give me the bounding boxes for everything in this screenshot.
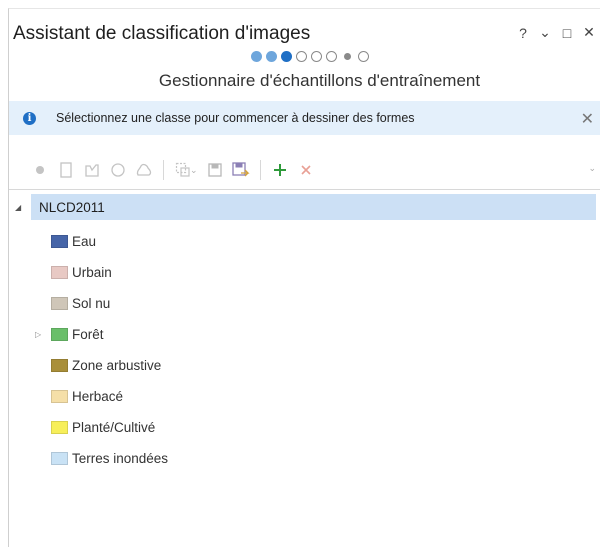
point-icon: [36, 166, 44, 174]
info-message: Sélectionnez une classe pour commencer à…: [56, 111, 415, 125]
toolbar-separator: [259, 160, 261, 180]
select-icon: [175, 162, 190, 177]
class-label: Eau: [72, 233, 97, 249]
polygon-tool-button[interactable]: [79, 159, 105, 181]
wizard-page-title: Gestionnaire d'échantillons d'entraîneme…: [158, 71, 481, 90]
class-color-swatch: [51, 327, 68, 341]
pane-title: Assistant de classification d'images: [13, 23, 311, 44]
wizard-step-3: [280, 51, 292, 62]
class-color-swatch: [51, 358, 68, 372]
class-item[interactable]: Urbain: [51, 261, 112, 283]
close-button[interactable]: ✕: [582, 24, 596, 41]
class-label: Forêt: [72, 326, 104, 342]
class-color-swatch: [51, 265, 68, 279]
class-label: Sol nu: [72, 295, 111, 311]
save-as-icon: [231, 162, 250, 177]
chevron-down-icon[interactable]: ⌄: [190, 165, 198, 176]
wizard-step-2: [265, 51, 277, 62]
class-label: Herbacé: [72, 388, 124, 404]
save-as-button[interactable]: [228, 159, 254, 181]
menu-button[interactable]: ⌄: [538, 24, 552, 41]
class-color-swatch: [51, 451, 68, 465]
help-button[interactable]: ?: [516, 25, 530, 41]
class-item[interactable]: Terres inondées: [51, 447, 168, 469]
wizard-step-7: [343, 53, 351, 60]
info-icon: i: [23, 111, 36, 125]
class-label: Urbain: [72, 264, 112, 280]
add-class-button[interactable]: [267, 159, 293, 181]
circle-icon: [111, 163, 125, 177]
sample-toolbar: ⌄ ⌄: [9, 155, 600, 185]
class-label: Planté/Cultivé: [72, 419, 156, 435]
save-button[interactable]: [202, 159, 228, 181]
class-item[interactable]: Herbacé: [51, 385, 123, 407]
training-samples-pane: Assistant de classification d'images ? ⌄…: [8, 8, 600, 547]
pane-titlebar: Assistant de classification d'images ? ⌄…: [13, 23, 600, 49]
tree-root-schema[interactable]: NLCD2011: [31, 194, 596, 220]
circle-tool-button[interactable]: [105, 159, 131, 181]
tree-root-label: NLCD2011: [39, 199, 105, 215]
class-color-swatch: [51, 296, 68, 310]
wizard-step-indicator: [9, 51, 600, 67]
expand-icon[interactable]: ▷: [35, 323, 41, 345]
remove-class-button[interactable]: [293, 159, 319, 181]
wizard-step-1: [250, 51, 262, 62]
save-icon: [207, 163, 222, 177]
rectangle-icon: [60, 162, 72, 178]
wizard-step-4: [295, 51, 307, 62]
class-item[interactable]: Zone arbustive: [51, 354, 161, 376]
polygon-icon: [85, 164, 99, 177]
toolbar-overflow-icon[interactable]: ⌄: [588, 163, 596, 174]
class-color-swatch: [51, 234, 68, 248]
point-tool-button[interactable]: [27, 159, 53, 181]
freehand-tool-button[interactable]: [131, 159, 157, 181]
class-label: Zone arbustive: [72, 357, 162, 373]
class-tree: ◢ NLCD2011 Eau Urbain Sol nu ▷ Forêt Zon…: [9, 189, 600, 547]
info-banner: i Sélectionnez une classe pour commencer…: [9, 101, 600, 135]
wizard-step-5: [310, 51, 322, 62]
restore-button[interactable]: □: [560, 25, 574, 41]
remove-icon: [300, 165, 311, 175]
toolbar-separator: [163, 160, 164, 180]
rectangle-tool-button[interactable]: [53, 159, 79, 181]
wizard-step-8: [357, 51, 369, 62]
class-item[interactable]: Planté/Cultivé: [51, 416, 155, 438]
class-color-swatch: [51, 420, 68, 434]
class-color-swatch: [51, 389, 68, 403]
class-item[interactable]: Eau: [51, 230, 96, 252]
class-label: Terres inondées: [72, 450, 169, 466]
collapse-icon[interactable]: ◢: [15, 203, 21, 212]
add-icon: [273, 164, 286, 176]
class-item[interactable]: Forêt: [51, 323, 104, 345]
class-item[interactable]: Sol nu: [51, 292, 110, 314]
wizard-step-6: [325, 51, 337, 62]
info-close-button[interactable]: ✕: [581, 109, 594, 129]
window-controls: ? ⌄ □ ✕: [516, 24, 596, 41]
freehand-icon: [136, 163, 152, 176]
